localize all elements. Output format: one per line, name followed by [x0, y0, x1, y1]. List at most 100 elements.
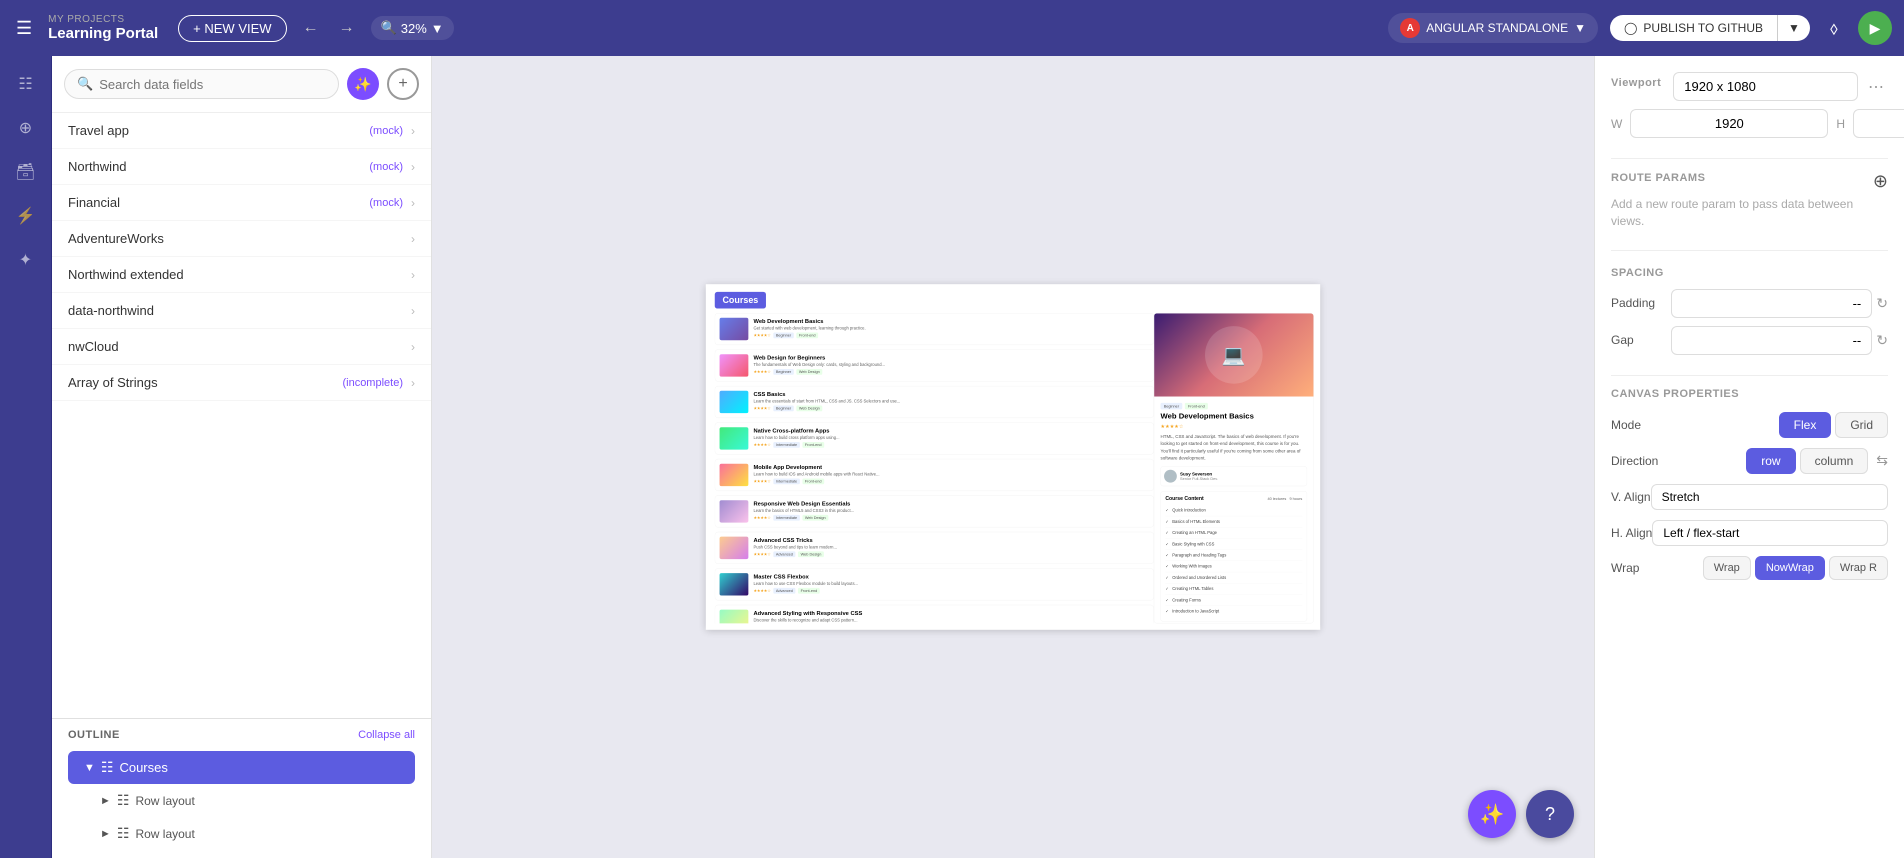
card-item: Master CSS Flexbox Learn how to use CSS …	[715, 568, 1154, 600]
column-button[interactable]: column	[1800, 448, 1869, 474]
data-source-travel-app[interactable]: Travel app (mock) ›	[52, 113, 431, 149]
project-info: MY PROJECTS Learning Portal	[48, 14, 158, 42]
padding-input[interactable]	[1671, 289, 1872, 318]
outline-header[interactable]: OUTLINE Collapse all	[52, 719, 431, 751]
height-input[interactable]	[1853, 109, 1904, 138]
row-button[interactable]: row	[1746, 448, 1795, 474]
viewport-label: Viewport	[1611, 77, 1661, 89]
collapse-all-button[interactable]: Collapse all	[358, 729, 415, 741]
canvas-properties-section: CANVAS PROPERTIES Mode Flex Grid Directi…	[1611, 388, 1888, 580]
course-content-label: Course Content	[1165, 496, 1203, 502]
framework-chevron-icon: ▼	[1574, 21, 1586, 35]
w-label: W	[1611, 117, 1622, 131]
padding-label: Padding	[1611, 296, 1663, 310]
lectures-badge: 40 lectures	[1267, 497, 1286, 501]
outline-children: ► ☷ Row layout ► ☷ Row layout	[52, 784, 431, 850]
valign-select-wrapper[interactable]: Stretch Flex Start Center Flex End	[1651, 484, 1888, 510]
run-button[interactable]: ▶	[1858, 11, 1892, 45]
gap-sync-icon[interactable]: ↻	[1876, 332, 1888, 349]
help-button[interactable]: ?	[1526, 790, 1574, 838]
chevron-right-icon: ›	[411, 196, 415, 210]
chevron-right-icon: ►	[100, 795, 111, 807]
wrap-button[interactable]: Wrap	[1703, 556, 1751, 580]
chevron-right-icon: ›	[411, 304, 415, 318]
pages-icon[interactable]: ☷	[6, 64, 46, 104]
magic-button[interactable]: ✨	[1468, 790, 1516, 838]
outline-item-courses-label: Courses	[119, 760, 167, 775]
data-source-financial[interactable]: Financial (mock) ›	[52, 185, 431, 221]
gap-input[interactable]	[1671, 326, 1872, 355]
card-item: Advanced Styling with Responsive CSS Dis…	[715, 605, 1154, 624]
data-source-array-of-strings[interactable]: Array of Strings (incomplete) ›	[52, 365, 431, 401]
swap-icon[interactable]: ⇆	[1876, 452, 1888, 469]
padding-input-wrapper: ↻	[1671, 289, 1888, 318]
halign-select-wrapper[interactable]: Left / flex-start Center Right / flex-en…	[1652, 520, 1888, 546]
grid-icon: ☷	[117, 825, 130, 842]
outline-item-row-layout-1[interactable]: ► ☷ Row layout	[84, 784, 431, 817]
wrap-reverse-button[interactable]: Wrap R	[1829, 556, 1888, 580]
publish-button[interactable]: ◯ PUBLISH TO GITHUB ▼	[1610, 15, 1810, 41]
outline-section: OUTLINE Collapse all ▼ ☷ Courses ► ☷	[52, 718, 431, 858]
more-options-button[interactable]: ⋯	[1864, 73, 1888, 101]
flex-button[interactable]: Flex	[1779, 412, 1832, 438]
nav-back-button[interactable]: ←	[299, 15, 323, 41]
github-icon: ◯	[1624, 21, 1637, 35]
halign-select[interactable]: Left / flex-start Center Right / flex-en…	[1652, 520, 1888, 546]
add-route-param-button[interactable]: ⊕	[1873, 171, 1888, 192]
add-data-button[interactable]: +	[387, 68, 419, 100]
route-params-section: ROUTE PARAMS ⊕ Add a new route param to …	[1611, 171, 1888, 230]
grid-button[interactable]: Grid	[1835, 412, 1888, 438]
interactions-icon[interactable]: ⚡	[6, 196, 46, 236]
valign-select[interactable]: Stretch Flex Start Center Flex End	[1651, 484, 1888, 510]
card-item: CSS Basics Learn the essentials of start…	[715, 386, 1154, 418]
width-input[interactable]	[1630, 109, 1828, 138]
magic-search-button[interactable]: ✨	[347, 68, 379, 100]
zoom-control[interactable]: 🔍 32% ▼	[371, 16, 454, 40]
gap-input-wrapper: ↻	[1671, 326, 1888, 355]
direction-label: Direction	[1611, 454, 1658, 468]
publish-main[interactable]: ◯ PUBLISH TO GITHUB	[1610, 15, 1778, 41]
divider	[1611, 375, 1888, 376]
canvas-props-title: CANVAS PROPERTIES	[1611, 388, 1888, 400]
card-item: Responsive Web Design Essentials Learn t…	[715, 495, 1154, 527]
card-list: Web Development Basics Get started with …	[715, 313, 1154, 623]
wrap-row: Wrap Wrap NowWrap Wrap R	[1611, 556, 1888, 580]
padding-sync-icon[interactable]: ↻	[1876, 295, 1888, 312]
data-source-northwind-extended[interactable]: Northwind extended ›	[52, 257, 431, 293]
chevron-right-icon: ›	[411, 340, 415, 354]
outline-item-courses[interactable]: ▼ ☷ Courses	[68, 751, 415, 784]
outline-item-row-layout-2[interactable]: ► ☷ Row layout	[84, 817, 431, 850]
nowrap-button[interactable]: NowWrap	[1755, 556, 1825, 580]
chevron-right-icon: ›	[411, 160, 415, 174]
data-source-data-northwind[interactable]: data-northwind ›	[52, 293, 431, 329]
outline-row-layout-2-label: Row layout	[135, 827, 194, 841]
data-icon[interactable]: 🗃	[6, 152, 46, 192]
mode-row: Mode Flex Grid	[1611, 412, 1888, 438]
publish-dropdown-arrow[interactable]: ▼	[1778, 15, 1810, 41]
plugins-icon[interactable]: ✦	[6, 240, 46, 280]
search-input[interactable]	[99, 77, 326, 92]
viewport-select-wrapper[interactable]: 1920 x 1080 1280 x 720 768 x 1024	[1673, 72, 1858, 101]
data-source-northwind[interactable]: Northwind (mock) ›	[52, 149, 431, 185]
framework-selector[interactable]: A ANGULAR STANDALONE ▼	[1388, 13, 1598, 43]
icon-bar: ☷ ⊕ 🗃 ⚡ ✦	[0, 56, 52, 858]
wrap-label: Wrap	[1611, 561, 1639, 575]
viewport-select[interactable]: 1920 x 1080 1280 x 720 768 x 1024	[1673, 72, 1858, 101]
nav-forward-button[interactable]: →	[335, 15, 359, 41]
framework-name: ANGULAR STANDALONE	[1426, 21, 1568, 35]
hamburger-icon[interactable]: ☰	[12, 14, 36, 43]
share-button[interactable]: ⬨	[1822, 14, 1846, 43]
data-source-nwcloud[interactable]: nwCloud ›	[52, 329, 431, 365]
mode-toggle-group: Flex Grid	[1779, 412, 1888, 438]
detail-panel: 💻 Beginner Front-end Web Development Bas…	[1154, 313, 1314, 623]
new-view-button[interactable]: + NEW VIEW	[178, 15, 286, 42]
valign-label: V. Align	[1611, 490, 1651, 504]
outline-title: OUTLINE	[68, 729, 120, 741]
card-item: Mobile App Development Learn how to buil…	[715, 459, 1154, 491]
search-input-wrapper: 🔍	[64, 69, 339, 99]
data-sources-list: Travel app (mock) › Northwind (mock) › F…	[52, 113, 431, 718]
direction-row: Direction row column ⇆	[1611, 448, 1888, 474]
data-source-adventure-works[interactable]: AdventureWorks ›	[52, 221, 431, 257]
components-icon[interactable]: ⊕	[6, 108, 46, 148]
canvas-area: Courses Web Development Basics Get start…	[432, 56, 1594, 858]
